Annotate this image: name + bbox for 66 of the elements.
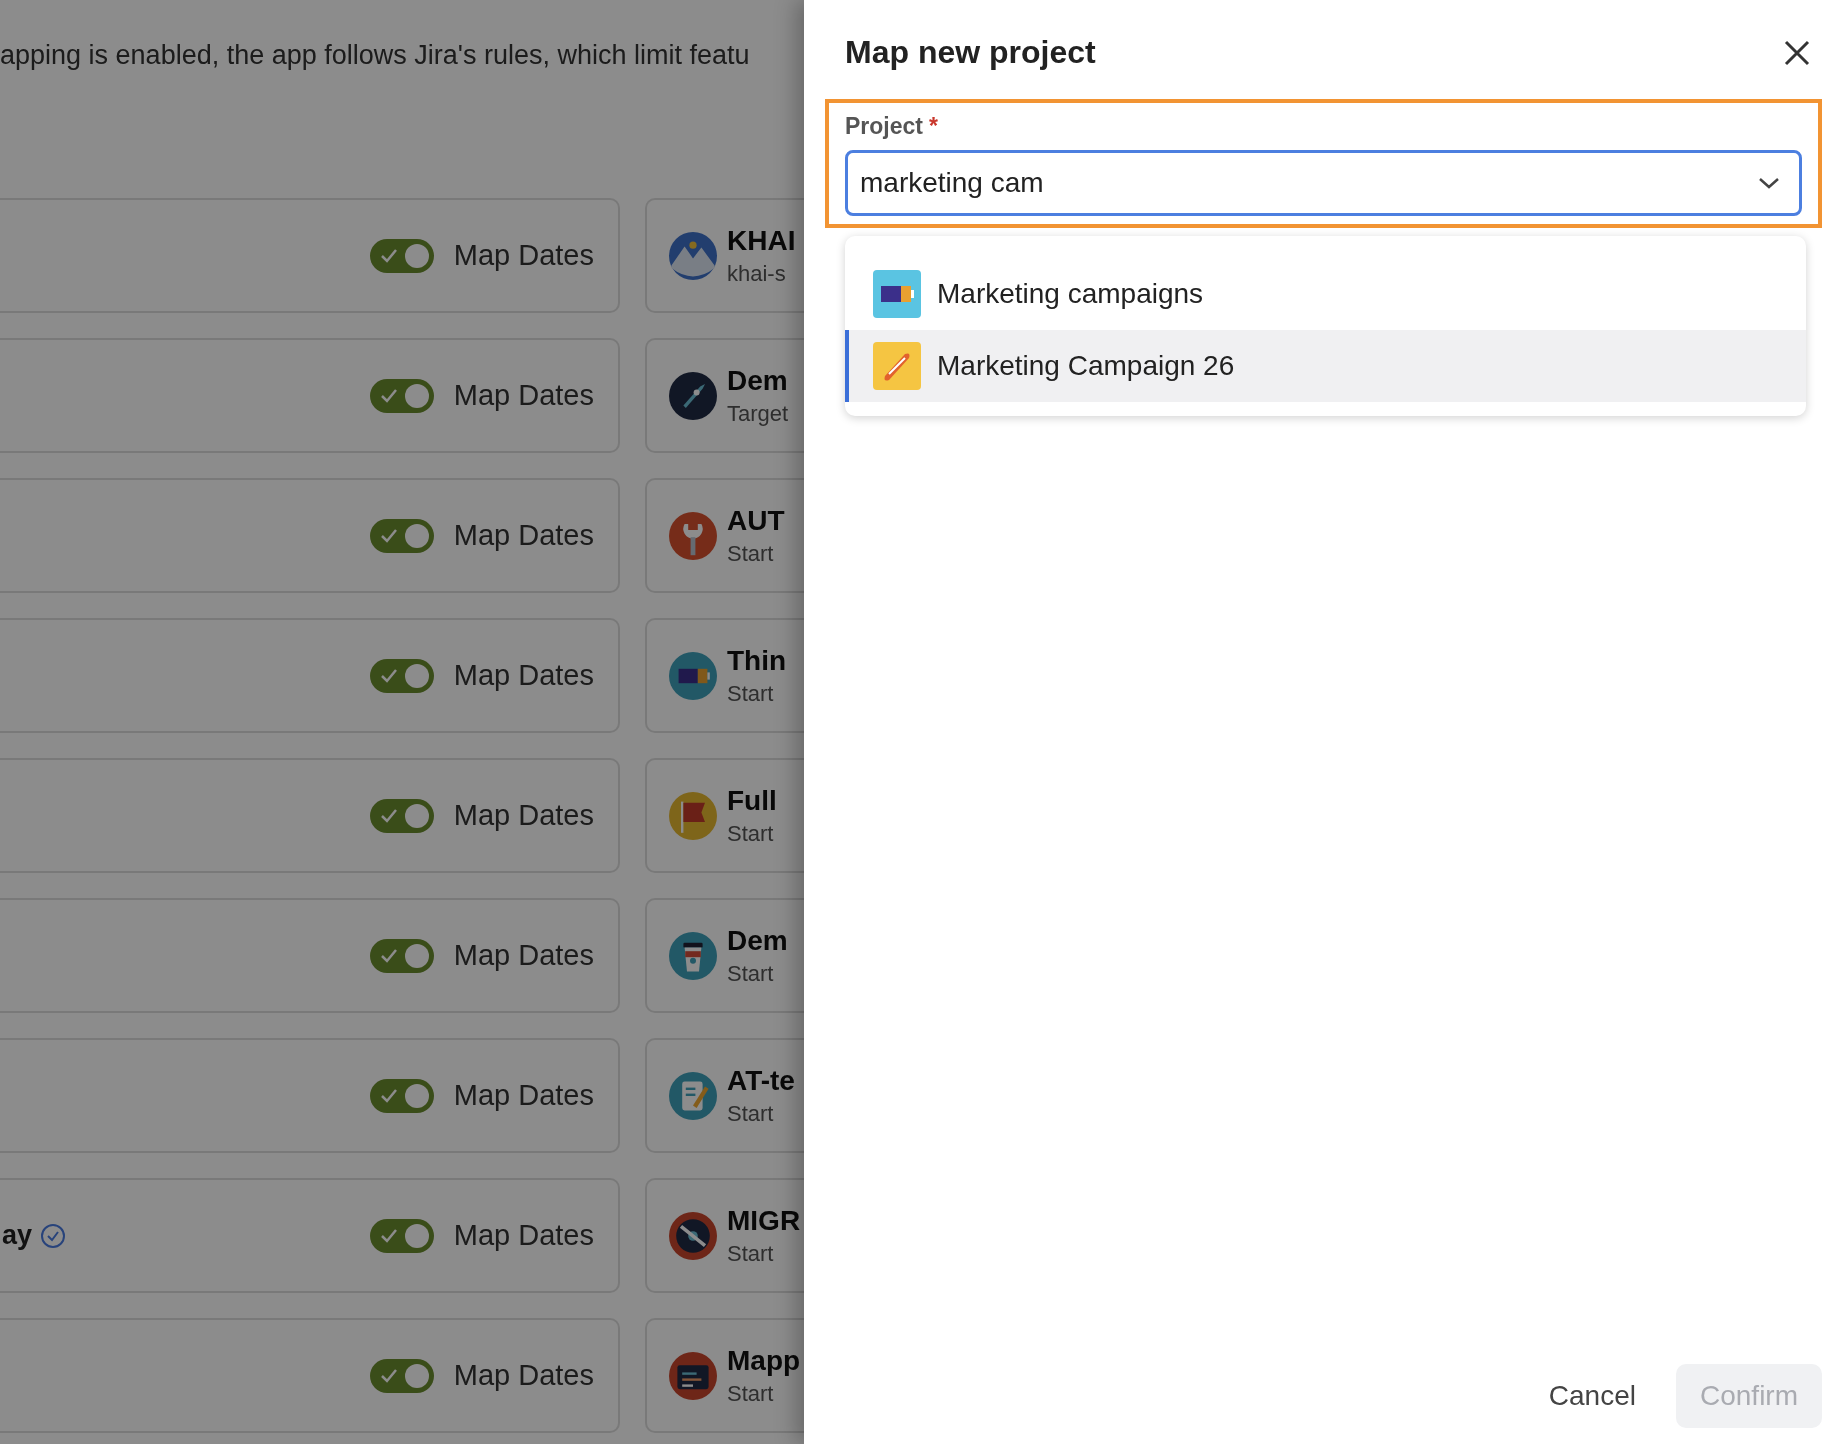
project-subtitle: Start [727, 1100, 775, 1127]
project-select-field[interactable]: marketing cam [845, 150, 1802, 216]
project-title: Mapp [727, 1344, 801, 1377]
check-icon [379, 947, 398, 964]
toggle-label: Map Dates [453, 239, 594, 272]
project-avatar-icon [669, 1351, 717, 1400]
project-avatar-icon [669, 371, 717, 420]
check-icon [379, 387, 398, 404]
dropdown-option[interactable]: Marketing Campaign 26 [845, 330, 1806, 402]
project-subtitle: Start [727, 820, 775, 847]
check-icon [379, 1227, 398, 1244]
toggle-switch[interactable] [369, 238, 434, 273]
project-avatar-icon [669, 231, 717, 280]
project-subtitle: khai-s [727, 260, 787, 287]
project-avatar-icon [669, 511, 717, 560]
project-avatar-icon [669, 791, 717, 840]
cancel-button[interactable]: Cancel [1524, 1364, 1660, 1428]
notice-text: apping is enabled, the app follows Jira's rules, which limit featu [0, 40, 751, 72]
dialog-title: Map new project [845, 34, 1096, 71]
toggle-label: Map Dates [453, 939, 594, 972]
check-icon [379, 667, 398, 684]
project-title: Thin [727, 644, 787, 677]
project-subtitle: Start [727, 1380, 775, 1407]
project-icon [873, 270, 921, 318]
project-avatar-icon [669, 931, 717, 980]
check-icon [379, 527, 398, 544]
project-title: AUT [727, 504, 785, 537]
toggle-switch[interactable] [369, 658, 434, 693]
project-avatar-icon [669, 651, 717, 700]
dropdown-option[interactable]: Marketing campaigns [845, 258, 1806, 330]
project-title: Full [727, 784, 777, 817]
project-subtitle: Start [727, 960, 775, 987]
project-icon [873, 342, 921, 390]
toggle-switch[interactable] [369, 1078, 434, 1113]
project-subtitle: Target [727, 400, 789, 427]
project-title: Dem [727, 924, 788, 957]
toggle-label: Map Dates [453, 519, 594, 552]
toggle-label: Map Dates [453, 799, 594, 832]
toggle-label: Map Dates [453, 379, 594, 412]
project-subtitle: Start [727, 1240, 775, 1267]
toggle-switch[interactable] [369, 938, 434, 973]
project-title: KHAI [727, 224, 796, 257]
check-icon [379, 807, 398, 824]
project-title: Dem [727, 364, 789, 397]
project-subtitle: Start [727, 540, 775, 567]
project-title: AT-te [727, 1064, 795, 1097]
toggle-switch[interactable] [369, 798, 434, 833]
toggle-switch[interactable] [369, 1358, 434, 1393]
required-mark: * [929, 113, 938, 140]
check-icon [379, 1087, 398, 1104]
toggle-switch[interactable] [369, 1218, 434, 1253]
chevron-down-icon[interactable] [1758, 176, 1780, 190]
toggle-label: Map Dates [453, 1219, 594, 1252]
check-icon [379, 1367, 398, 1384]
project-avatar-icon [669, 1211, 717, 1260]
toggle-label: Map Dates [453, 1359, 594, 1392]
project-subtitle: Start [727, 680, 775, 707]
toggle-label: Map Dates [453, 1079, 594, 1112]
project-avatar-icon [669, 1071, 717, 1120]
project-name: ay [2, 1220, 33, 1251]
check-icon [379, 247, 398, 264]
field-label: Project [845, 113, 923, 140]
project-title: MIGR [727, 1204, 801, 1237]
toggle-label: Map Dates [453, 659, 594, 692]
toggle-switch[interactable] [369, 378, 434, 413]
toggle-switch[interactable] [369, 518, 434, 553]
